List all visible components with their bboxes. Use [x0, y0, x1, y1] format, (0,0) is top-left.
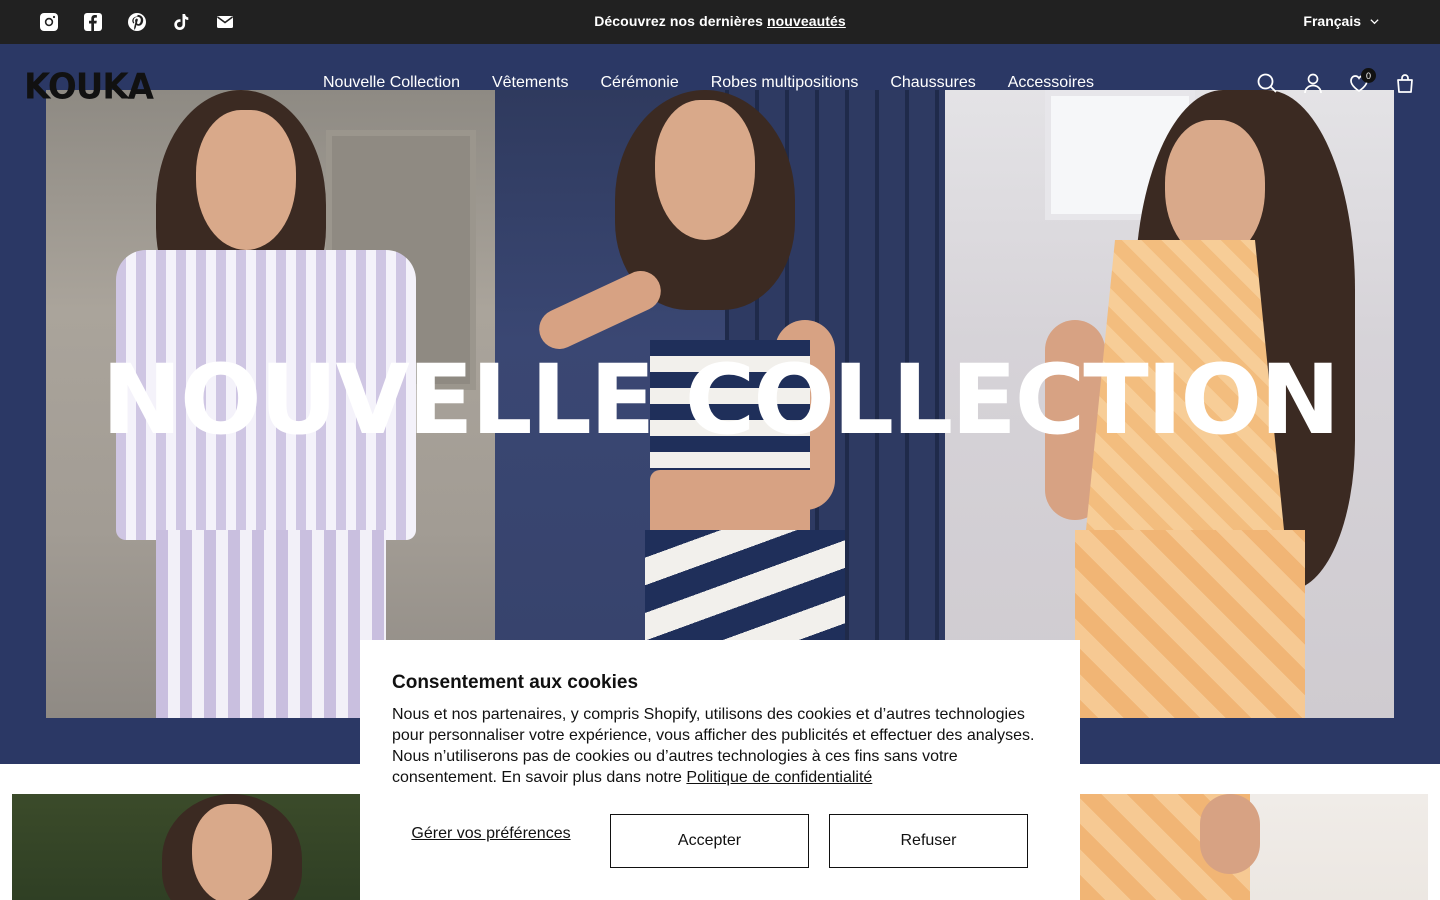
model-arm — [1200, 794, 1260, 874]
model-face — [196, 110, 296, 250]
announcement-text: Découvrez nos dernières nouveautés — [0, 13, 1440, 29]
accept-cookies-button[interactable]: Accepter — [610, 814, 809, 868]
cart-icon[interactable] — [1394, 72, 1416, 94]
nav-item-ceremonie[interactable]: Cérémonie — [584, 74, 694, 92]
language-selector[interactable]: Français — [1303, 13, 1380, 29]
account-icon[interactable] — [1302, 72, 1324, 94]
language-label: Français — [1303, 13, 1361, 29]
privacy-policy-link[interactable]: Politique de confidentialité — [686, 769, 872, 786]
model-arm — [532, 264, 668, 356]
nav-item-robes-multipositions[interactable]: Robes multipositions — [695, 74, 875, 92]
cookie-consent-dialog: Consentement aux cookies Nous et nos par… — [360, 640, 1080, 900]
model-face — [655, 100, 755, 240]
model-lilac-skirt — [156, 530, 386, 718]
refuse-cookies-button[interactable]: Refuser — [829, 814, 1028, 868]
header-actions: 0 — [1256, 68, 1416, 94]
announcement-label: Découvrez nos dernières — [594, 13, 763, 29]
product-image-left[interactable] — [12, 794, 360, 900]
announcement-link[interactable]: nouveautés — [767, 13, 846, 29]
product-image-right[interactable] — [1080, 794, 1428, 900]
nav-item-nouvelle-collection[interactable]: Nouvelle Collection — [307, 74, 476, 92]
chevron-down-icon — [1370, 18, 1379, 24]
model-face — [192, 804, 272, 900]
main-nav: Nouvelle Collection Vêtements Cérémonie … — [307, 74, 1110, 92]
search-icon[interactable] — [1256, 72, 1278, 94]
nav-item-accessoires[interactable]: Accessoires — [992, 74, 1110, 92]
nav-item-vetements[interactable]: Vêtements — [476, 74, 584, 92]
hero-headline: NOUVELLE COLLECTION — [101, 344, 1341, 456]
wishlist-count-badge: 0 — [1361, 68, 1376, 83]
brand-logo[interactable]: KOUKA — [24, 66, 154, 108]
cookie-description: Nous et nos partenaires, y compris Shopi… — [392, 704, 1052, 788]
wishlist-icon[interactable]: 0 — [1348, 68, 1376, 94]
announcement-bar: Découvrez nos dernières nouveautés Franç… — [0, 0, 1440, 44]
cookie-title: Consentement aux cookies — [392, 672, 639, 693]
model-peach-skirt — [1075, 530, 1305, 718]
model-face — [1165, 120, 1265, 260]
nav-item-chaussures[interactable]: Chaussures — [874, 74, 991, 92]
manage-preferences-button[interactable]: Gérer vos préférences — [392, 823, 590, 844]
